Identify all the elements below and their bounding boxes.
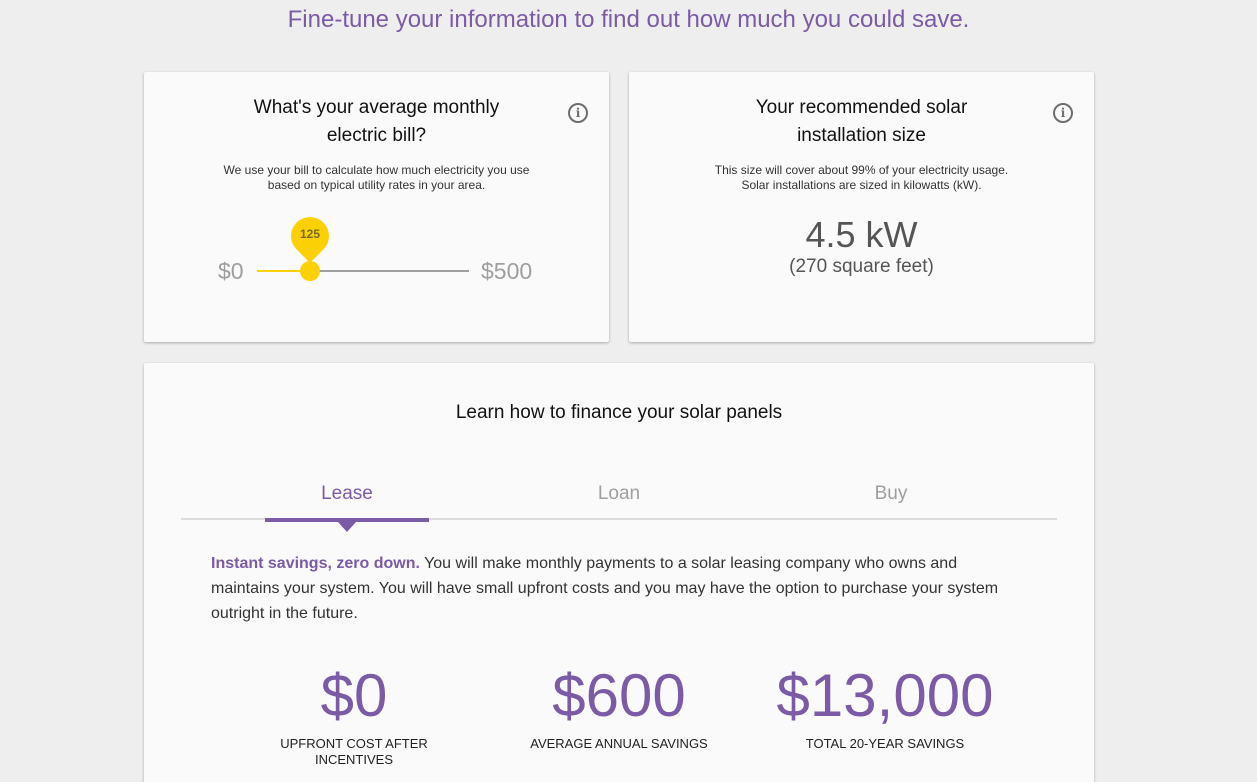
finance-card: Learn how to finance your solar panels L… (144, 363, 1094, 782)
stat-value: $13,000 (776, 662, 994, 729)
installation-size-value: 4.5 kW (805, 214, 918, 255)
bill-slider[interactable]: 125 (257, 209, 469, 281)
stat-total-savings: $13,000 TOTAL 20-YEAR SAVINGS (775, 660, 995, 752)
bill-card-title: What's your average monthly electric bil… (253, 97, 500, 146)
slider-value-label: 125 (299, 227, 321, 241)
info-icon[interactable]: i (568, 103, 588, 123)
info-icon[interactable]: i (1053, 103, 1073, 123)
slider-min-label: $0 (218, 258, 244, 284)
finance-description-lead: Instant savings, zero down. (211, 555, 420, 572)
size-card-title: Your recommended solar installation size (719, 94, 1004, 150)
page: Fine-tune your information to find out h… (0, 0, 1257, 782)
tab-lease[interactable]: Lease (265, 478, 429, 532)
slider-thumb[interactable] (300, 261, 320, 281)
bill-card-description: We use your bill to calculate how much e… (164, 163, 589, 193)
page-headline: Fine-tune your information to find out h… (287, 6, 970, 33)
stat-label: AVERAGE ANNUAL SAVINGS (530, 736, 708, 751)
stat-value: $600 (552, 662, 686, 729)
size-desc-line-1: This size will cover about 99% of your e… (714, 163, 1009, 177)
stat-label: TOTAL 20-YEAR SAVINGS (805, 736, 965, 751)
size-title-line-1: Your recommended solar (755, 97, 968, 118)
size-title-line-2: installation size (797, 125, 926, 146)
installation-area: (270 square feet) (789, 256, 934, 277)
size-desc-line-2: Solar installations are sized in kilowat… (741, 178, 982, 192)
electric-bill-card: What's your average monthly electric bil… (144, 72, 609, 342)
stat-annual-savings: $600 AVERAGE ANNUAL SAVINGS (509, 660, 729, 752)
slider-max-label: $500 (481, 258, 533, 284)
bill-desc-line-1: We use your bill to calculate how much e… (223, 163, 530, 177)
installation-size-card: Your recommended solar installation size… (629, 72, 1094, 342)
stat-upfront-cost: $0 UPFRONT COST AFTER INCENTIVES (244, 660, 464, 768)
stat-value: $0 (320, 662, 388, 729)
stat-label: UPFRONT COST AFTER INCENTIVES (280, 736, 428, 767)
finance-description: Instant savings, zero down. You will mak… (211, 551, 1011, 626)
size-card-description: This size will cover about 99% of your e… (649, 163, 1074, 193)
bill-desc-line-2: based on typical utility rates in your a… (267, 178, 486, 192)
tab-loan[interactable]: Loan (537, 478, 701, 520)
finance-tabs: Lease Loan Buy (181, 478, 1057, 532)
tab-buy[interactable]: Buy (809, 478, 973, 520)
finance-card-title: Learn how to finance your solar panels (455, 402, 783, 423)
